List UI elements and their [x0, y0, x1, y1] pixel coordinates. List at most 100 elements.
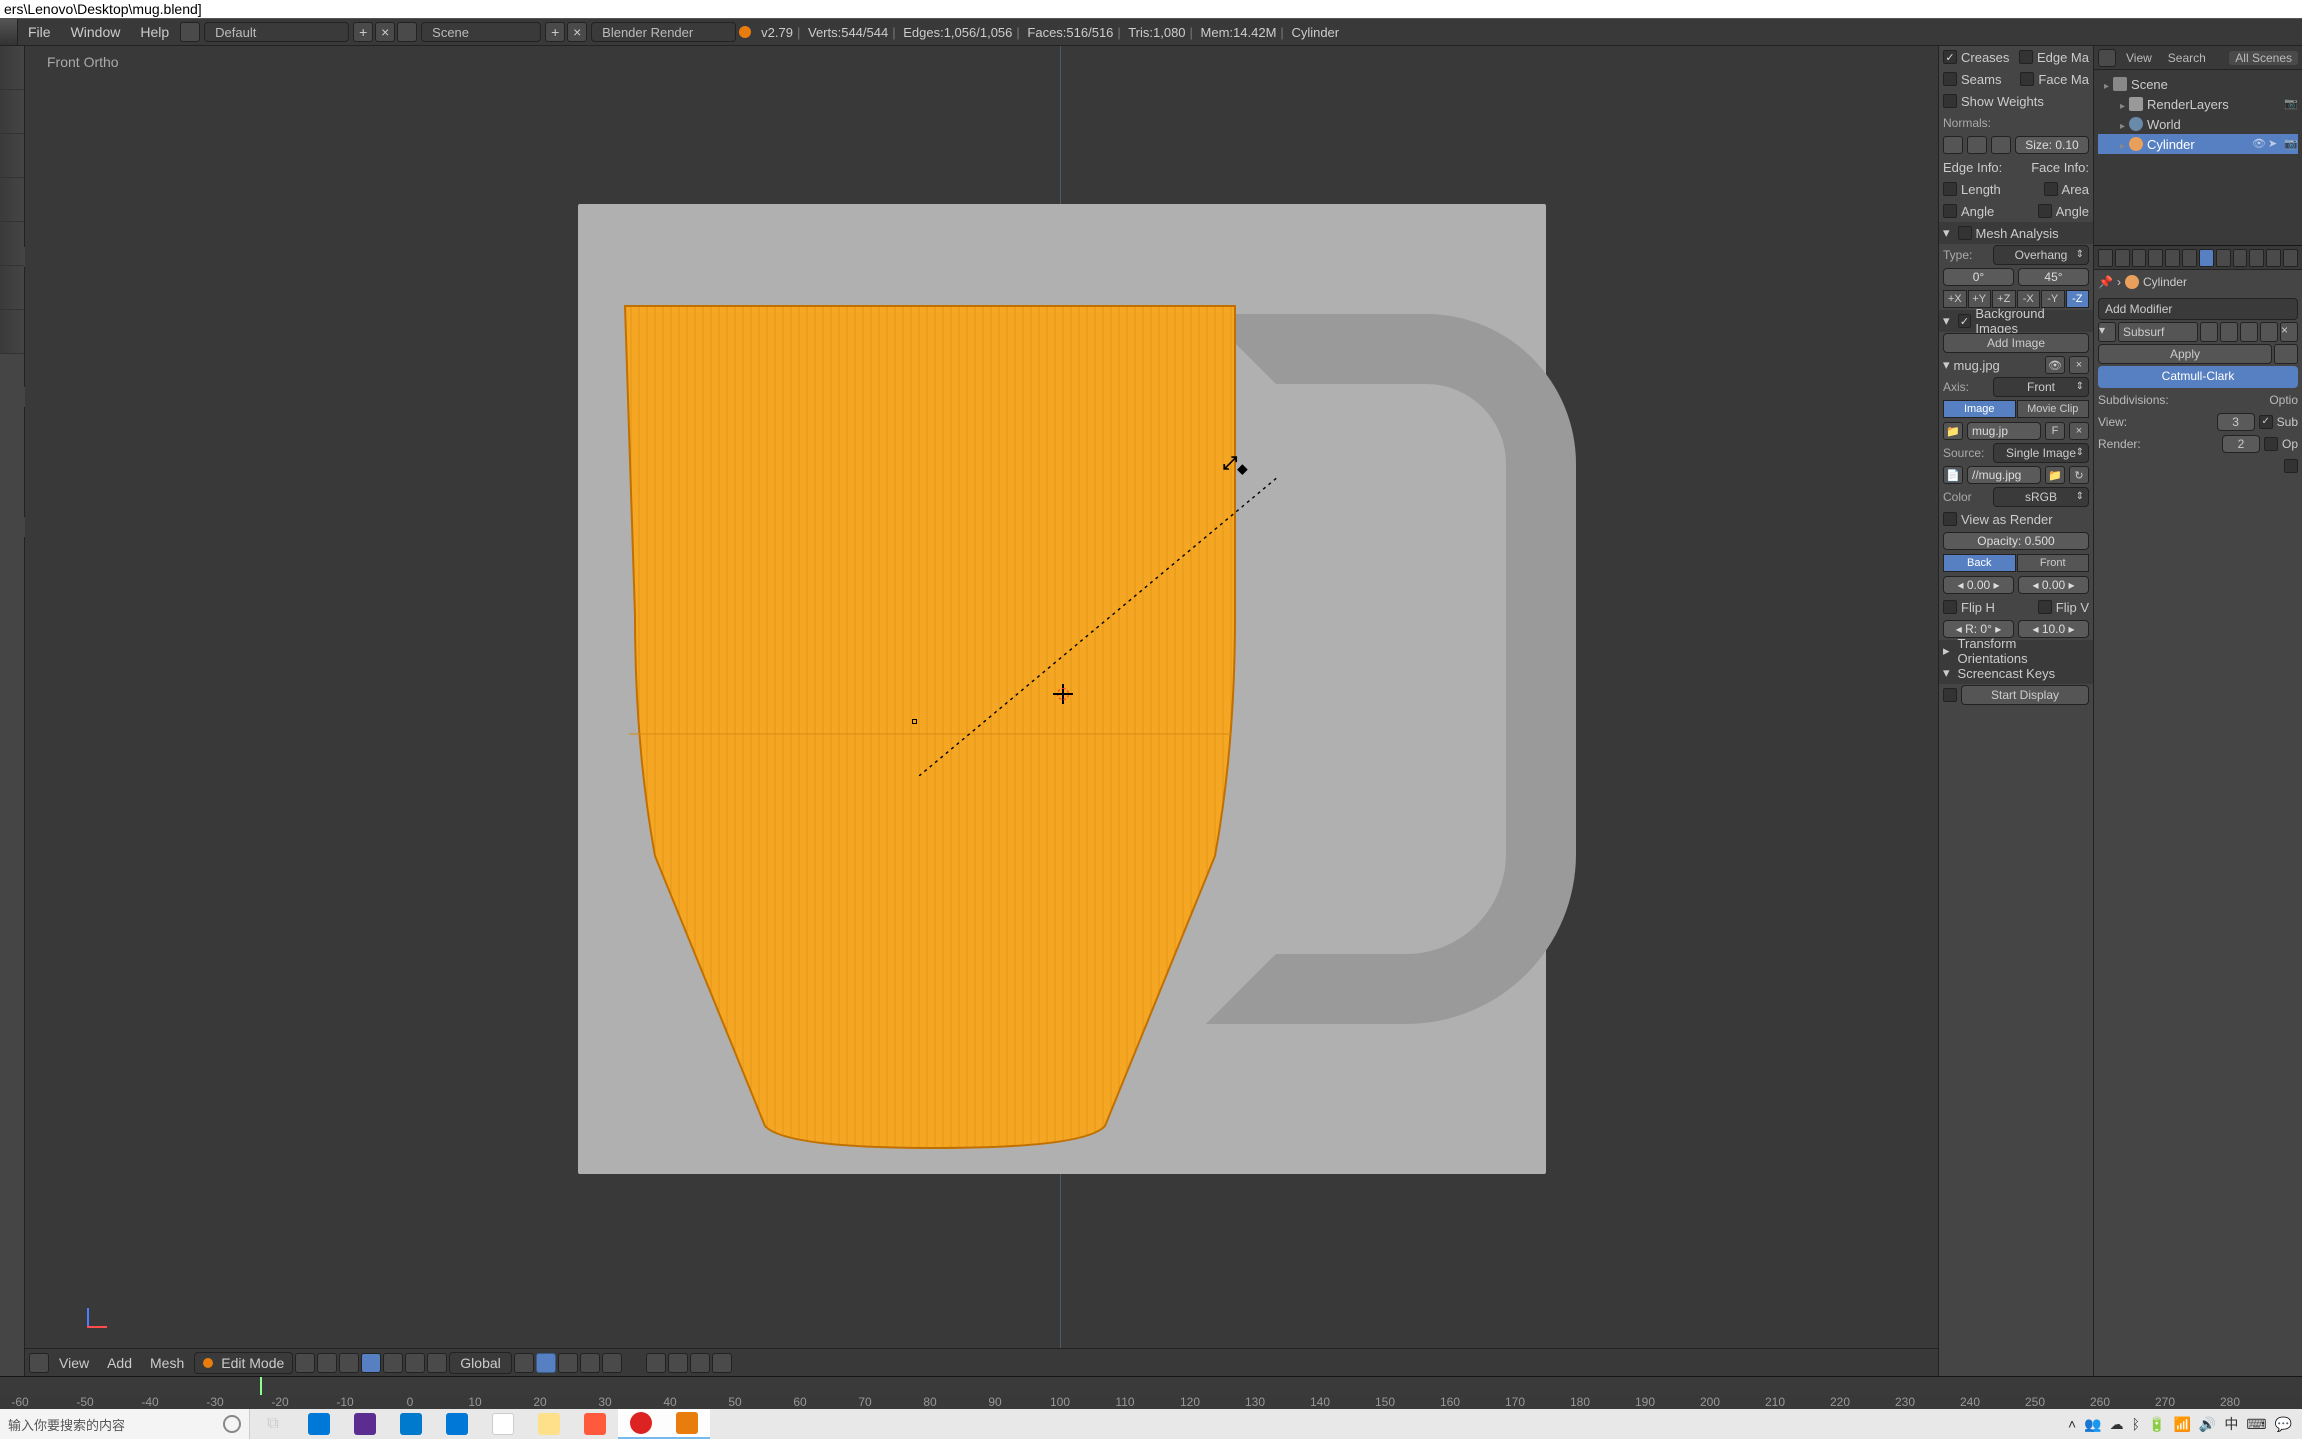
3d-viewport[interactable]: Front Ortho ⤢◆ (1) Cylinder [25, 46, 1938, 1376]
tray-keyboard-icon[interactable]: ⌨ [2246, 1416, 2266, 1433]
mesh-analysis-checkbox[interactable] [1958, 226, 1972, 240]
tab-modifiers-icon[interactable] [2199, 249, 2214, 267]
outliner-search[interactable]: Search [2162, 51, 2212, 65]
app-recorder-icon[interactable] [618, 1409, 664, 1439]
collapse-icon[interactable]: ▾ [1943, 665, 1950, 681]
area-checkbox[interactable] [2044, 182, 2058, 196]
screen-layout-dropdown[interactable]: Default [204, 22, 349, 42]
tab-material-icon[interactable] [2233, 249, 2248, 267]
tab-world-icon[interactable] [2148, 249, 2163, 267]
vertex-select-icon[interactable] [361, 1353, 381, 1373]
layout-prev-icon[interactable] [180, 22, 200, 42]
task-view-icon[interactable]: ⧉ [250, 1409, 296, 1439]
outliner-world-node[interactable]: World [2098, 114, 2298, 134]
source-dropdown[interactable]: Single Image [1993, 443, 2089, 463]
length-checkbox[interactable] [1943, 182, 1957, 196]
facemark-checkbox[interactable] [2020, 72, 2034, 86]
normal-size-field[interactable]: Size: 0.10 [2015, 136, 2089, 154]
tab-renderlayers-icon[interactable] [2115, 249, 2130, 267]
app-blender-icon[interactable] [664, 1409, 710, 1439]
collapse-icon[interactable]: ▾ [1943, 313, 1950, 329]
subdivision-type-catmull[interactable]: Catmull-Clark [2098, 366, 2298, 388]
mesh-select-mode[interactable] [361, 1353, 425, 1373]
image-name-field[interactable]: mug.jp [1967, 422, 2041, 440]
modifier-collapse-icon[interactable]: ▾ [2098, 322, 2116, 342]
edgemark-checkbox[interactable] [2019, 50, 2033, 64]
view-subdiv-field[interactable]: 3 [2217, 413, 2255, 431]
layout-del-icon[interactable]: × [375, 22, 395, 42]
mod-editmode-icon[interactable] [2240, 322, 2258, 342]
filepath-icon[interactable]: 📄 [1943, 466, 1963, 484]
tab-texture-icon[interactable] [2249, 249, 2264, 267]
header-add[interactable]: Add [99, 1355, 140, 1371]
bg-images-checkbox[interactable] [1958, 314, 1972, 328]
app-explorer-icon[interactable] [526, 1409, 572, 1439]
tab-render-icon[interactable] [2098, 249, 2113, 267]
pin-icon[interactable]: 📌 [2098, 275, 2113, 289]
view-as-render-checkbox[interactable] [1943, 512, 1957, 526]
analysis-type-dropdown[interactable]: Overhang [1993, 245, 2089, 265]
mod-viewport-icon[interactable] [2220, 322, 2238, 342]
axis-x[interactable]: +X [1943, 290, 1967, 308]
collapse-icon[interactable]: ▾ [1943, 225, 1950, 241]
reload-icon[interactable]: ↻ [2069, 466, 2089, 484]
modifier-name-field[interactable]: Subsurf [2118, 322, 2198, 342]
scene-dropdown[interactable]: Scene [421, 22, 541, 42]
edge-select-icon[interactable] [383, 1353, 403, 1373]
app-vs-icon[interactable] [342, 1409, 388, 1439]
colorspace-dropdown[interactable]: sRGB [1993, 487, 2089, 507]
bg-remove-icon[interactable]: × [2069, 356, 2089, 374]
editor-type-icon[interactable] [29, 1353, 49, 1373]
tool-shelf[interactable] [0, 46, 25, 1376]
shading-icon[interactable] [295, 1353, 315, 1373]
transform-orientation-dropdown[interactable]: Global [449, 1352, 511, 1374]
angle-max-field[interactable]: 45° [2018, 268, 2089, 286]
opacity-field[interactable]: Opacity: 0.500 [1943, 532, 2089, 550]
filepath-field[interactable]: //mug.jpg [1967, 466, 2041, 484]
app-vscode-icon[interactable] [388, 1409, 434, 1439]
collapse-icon[interactable]: ▾ [1943, 357, 1950, 373]
extra-icon[interactable] [690, 1353, 710, 1373]
tab-scene-icon[interactable] [2132, 249, 2147, 267]
render-border-icon[interactable] [602, 1353, 622, 1373]
limit-selection-icon[interactable] [427, 1353, 447, 1373]
tab-particles-icon[interactable] [2266, 249, 2281, 267]
outliner-renderlayers-node[interactable]: RenderLayers📷 [2098, 94, 2298, 114]
snap-toggle-icon[interactable] [536, 1353, 556, 1373]
tray-ime-label[interactable]: 中 [2224, 1414, 2238, 1434]
cortana-icon[interactable] [223, 1415, 241, 1433]
system-tray[interactable]: ˄ 👥 ☁ ᛒ 🔋 📶 🔊 中 ⌨ 💬 [2068, 1409, 2302, 1439]
header-view[interactable]: View [51, 1355, 97, 1371]
playhead[interactable] [260, 1377, 262, 1395]
depth-back[interactable]: Back [1943, 554, 2016, 572]
scene-del-icon[interactable]: × [567, 22, 587, 42]
layout-add-icon[interactable]: + [353, 22, 373, 42]
menu-help[interactable]: Help [130, 19, 179, 45]
fake-user-button[interactable]: F [2045, 422, 2065, 440]
mesh-cylinder[interactable] [615, 296, 1255, 1156]
scene-add-icon[interactable]: + [545, 22, 565, 42]
tray-wifi-icon[interactable]: 📶 [2173, 1416, 2190, 1433]
extra2-icon[interactable] [712, 1353, 732, 1373]
pivot-icon[interactable] [317, 1353, 337, 1373]
depth-front[interactable]: Front [2017, 554, 2090, 572]
outliner-view[interactable]: View [2120, 51, 2158, 65]
tray-notifications-icon[interactable]: 💬 [2275, 1416, 2292, 1433]
tray-bluetooth-icon[interactable]: ᛒ [2132, 1416, 2140, 1432]
header-mesh[interactable]: Mesh [142, 1355, 192, 1371]
app-store-icon[interactable] [296, 1409, 342, 1439]
render-subdiv-field[interactable]: 2 [2222, 435, 2260, 453]
app-edge-icon[interactable] [434, 1409, 480, 1439]
offset-x-field[interactable]: ◂ 0.00 ▸ [1943, 576, 2014, 594]
app-todoist-icon[interactable] [572, 1409, 618, 1439]
unlink-icon[interactable]: × [2069, 422, 2089, 440]
taskbar-search[interactable]: 输入你要搜索的内容 [0, 1409, 250, 1439]
paste-icon[interactable] [668, 1353, 688, 1373]
flip-v-checkbox[interactable] [2038, 600, 2052, 614]
tab-constraints-icon[interactable] [2182, 249, 2197, 267]
normal-face-icon[interactable] [1967, 136, 1987, 154]
face-angle-checkbox[interactable] [2038, 204, 2052, 218]
copy-icon[interactable] [646, 1353, 666, 1373]
layer-icon[interactable] [580, 1353, 600, 1373]
tab-data-icon[interactable] [2216, 249, 2231, 267]
